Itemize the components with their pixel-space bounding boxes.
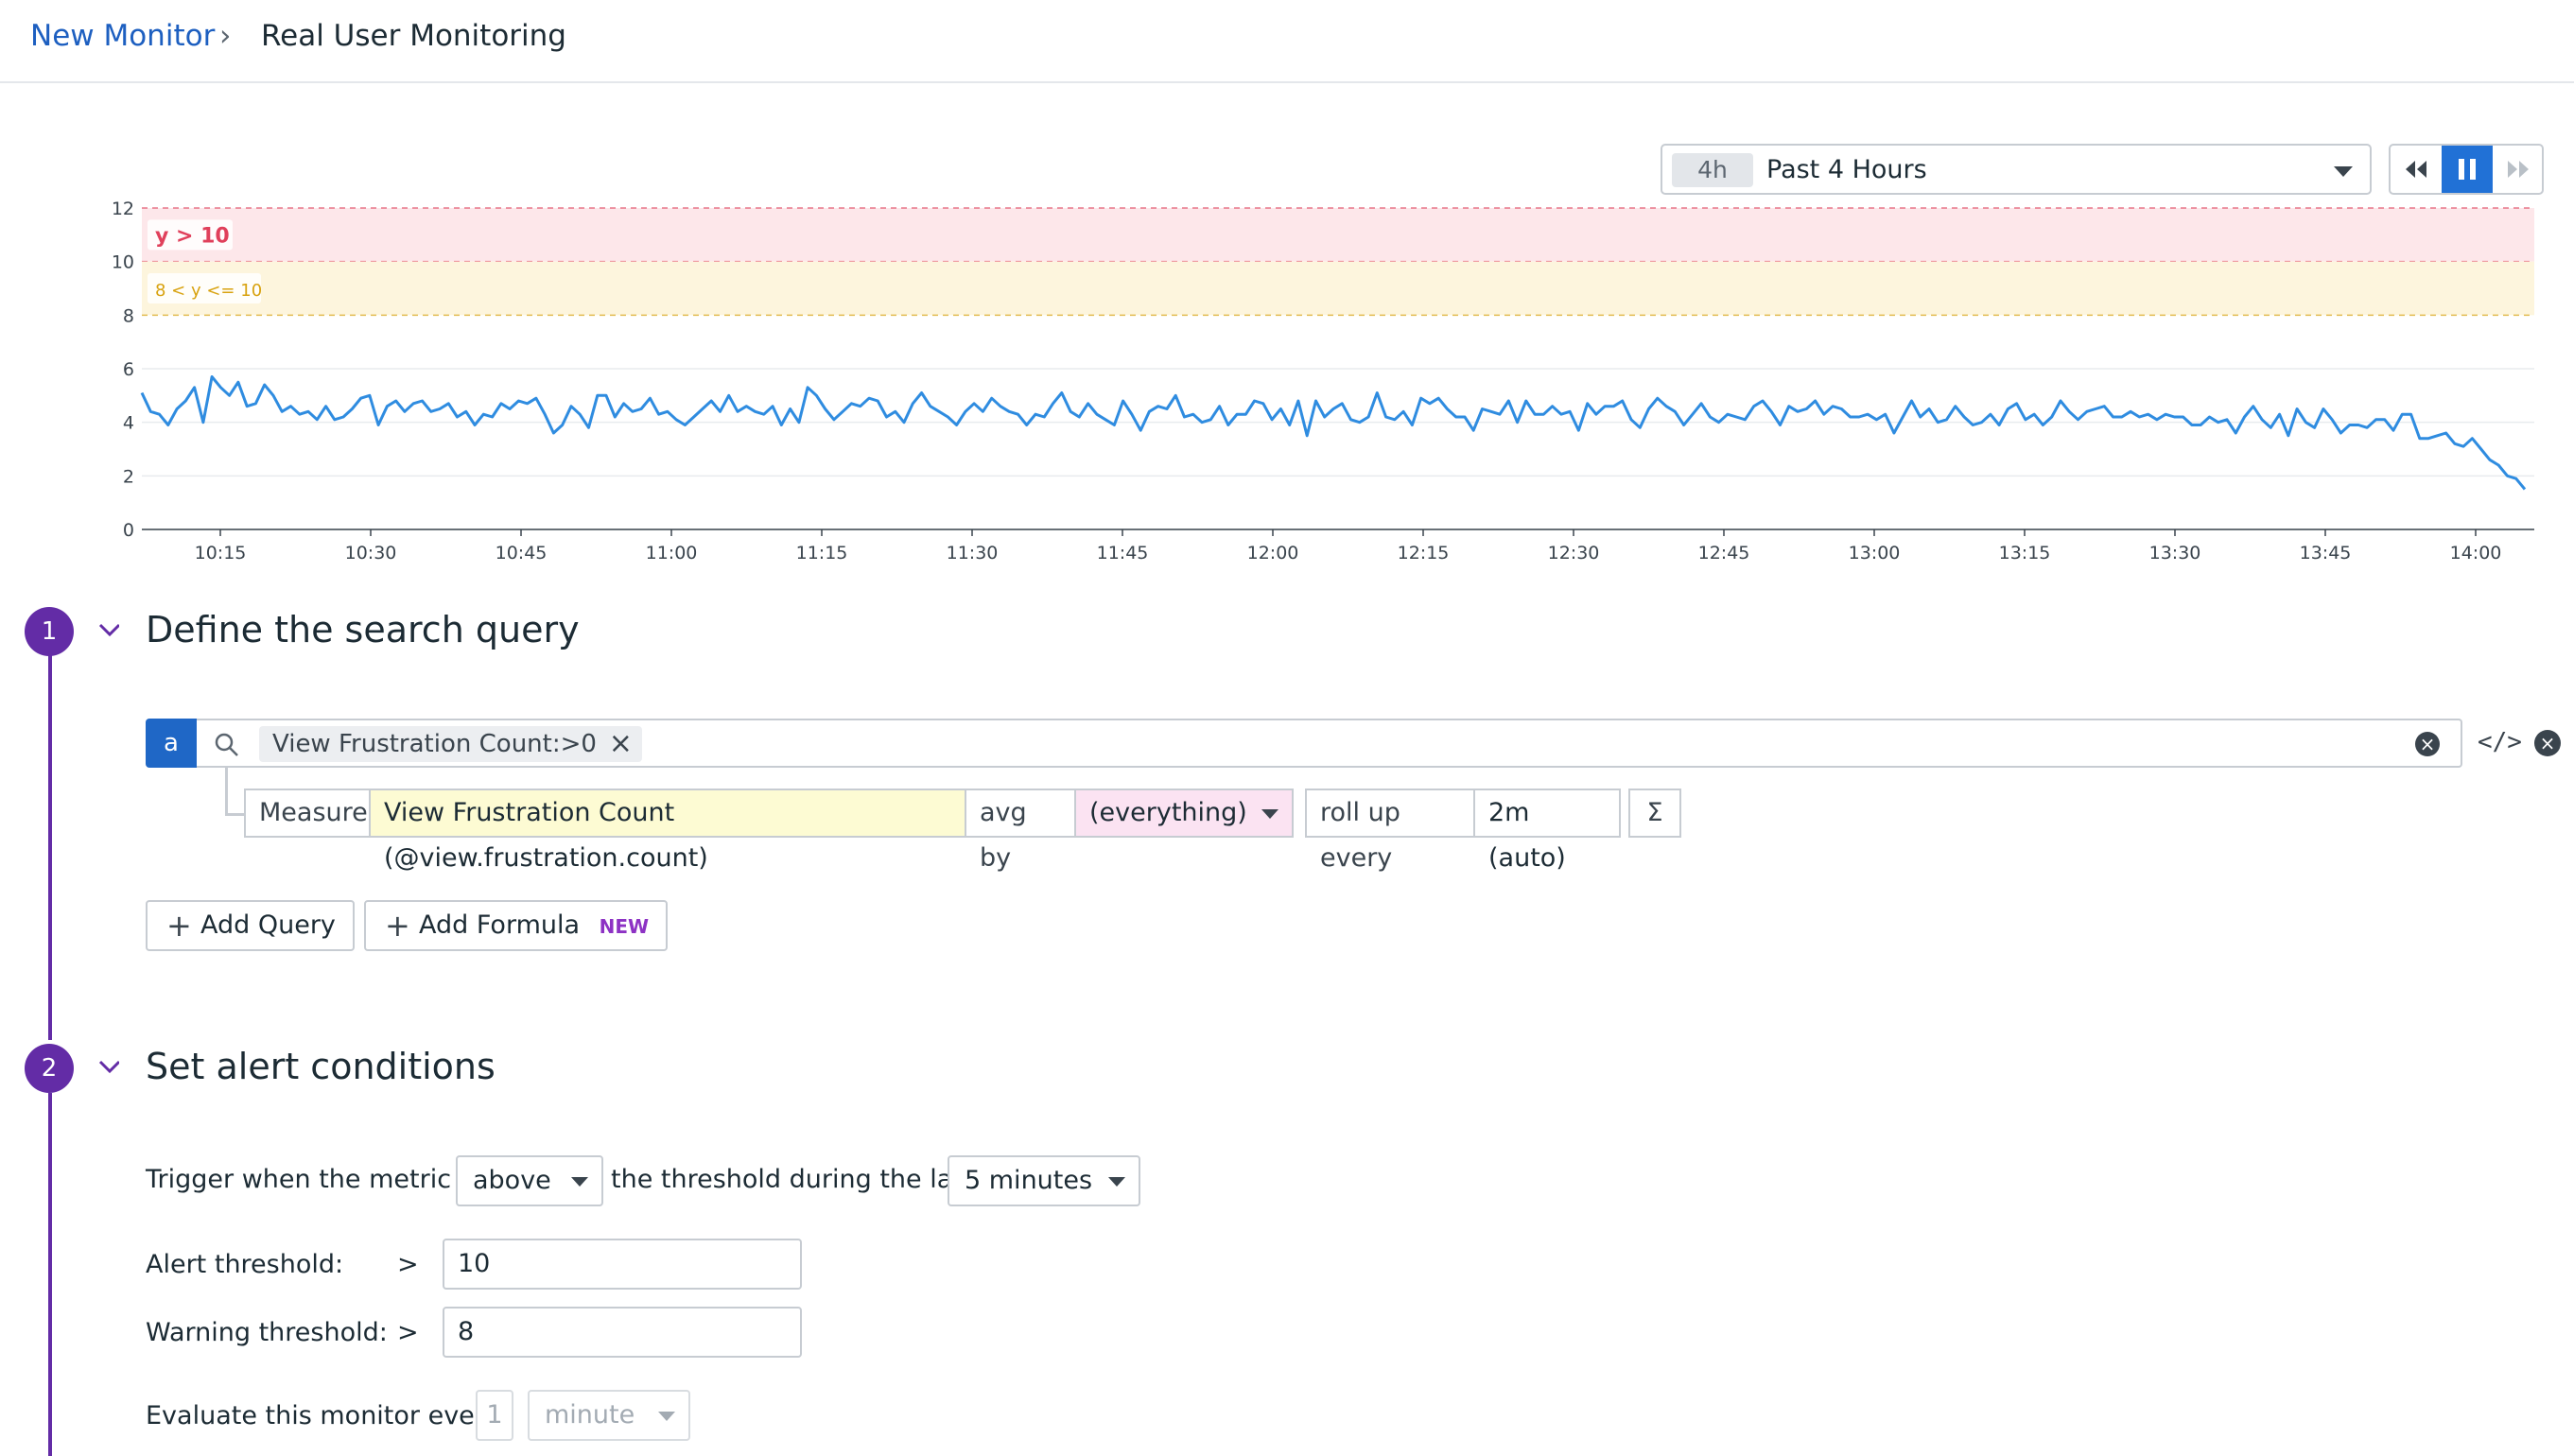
chevron-down-icon: [571, 1177, 588, 1187]
alert-threshold-operator: >: [397, 1250, 419, 1279]
filter-pill[interactable]: View Frustration Count:>0 ×: [259, 726, 642, 762]
x-tick-label: 12:30: [1548, 543, 1600, 563]
chevron-down-icon: [658, 1412, 675, 1421]
code-icon[interactable]: </>: [2478, 728, 2522, 756]
close-icon[interactable]: ×: [609, 726, 633, 762]
x-tick-label: 12:15: [1398, 543, 1450, 563]
step-1-badge: 1: [25, 607, 74, 656]
y-tick-label: 8: [123, 305, 134, 326]
plus-icon: +: [166, 908, 192, 944]
x-tick-label: 11:15: [796, 543, 848, 563]
alert-threshold-label: Alert threshold:: [146, 1250, 344, 1279]
step-2-badge: 2: [25, 1044, 74, 1093]
threshold-band: [142, 261, 2534, 316]
chevron-down-icon: [2334, 166, 2353, 177]
rewind-icon: [2406, 161, 2426, 178]
fast-forward-icon: [2508, 161, 2529, 178]
trigger-operator-select[interactable]: above: [456, 1155, 603, 1206]
band-label: 8 < y <= 10: [155, 281, 262, 301]
step-2-title: Set alert conditions: [146, 1046, 496, 1087]
pause-icon: [2459, 159, 2476, 180]
chevron-down-icon: [1261, 809, 1278, 819]
y-tick-label: 6: [123, 359, 134, 380]
step-connector-line: [48, 654, 52, 1040]
x-tick-label: 12:00: [1247, 543, 1299, 563]
x-tick-label: 11:00: [646, 543, 698, 563]
alert-threshold-input[interactable]: 10: [443, 1239, 802, 1290]
add-query-button[interactable]: + Add Query: [146, 900, 355, 951]
step-1-title: Define the search query: [146, 609, 580, 650]
x-tick-label: 13:15: [1999, 543, 2051, 563]
page-title: Real User Monitoring: [261, 19, 566, 53]
y-tick-label: 12: [112, 199, 134, 219]
x-tick-label: 11:45: [1097, 543, 1149, 563]
aggregation-selector[interactable]: avg by: [965, 789, 1076, 873]
x-tick-label: 11:30: [947, 543, 999, 563]
x-tick-label: 13:30: [2149, 543, 2201, 563]
add-formula-label: Add Formula: [419, 910, 581, 940]
new-badge: NEW: [599, 915, 650, 938]
query-letter: a: [146, 719, 197, 768]
evaluate-unit-select[interactable]: minute: [528, 1390, 690, 1441]
trigger-operator-value: above: [473, 1166, 551, 1195]
fast-forward-button[interactable]: [2493, 146, 2544, 193]
evaluate-unit-value: minute: [545, 1400, 635, 1430]
threshold-band: [142, 208, 2534, 262]
chevron-down-icon: [1108, 1177, 1125, 1187]
measure-label: Measure: [244, 789, 371, 838]
x-tick-label: 12:45: [1698, 543, 1750, 563]
group-by-selector[interactable]: (everything): [1074, 789, 1294, 838]
rollup-label: roll up every: [1305, 789, 1475, 873]
time-range-selector[interactable]: 4h Past 4 Hours: [1661, 144, 2372, 195]
x-tick-label: 14:00: [2450, 543, 2502, 563]
warning-threshold-operator: >: [397, 1318, 419, 1347]
add-formula-button[interactable]: + Add Formula NEW: [364, 900, 669, 951]
search-icon: [215, 733, 238, 756]
y-tick-label: 10: [112, 252, 134, 273]
x-tick-label: 13:45: [2300, 543, 2352, 563]
time-range-label: Past 4 Hours: [1766, 155, 1927, 184]
y-tick-label: 4: [123, 413, 134, 434]
y-tick-label: 2: [123, 466, 134, 487]
measure-selector[interactable]: View Frustration Count (@view.frustratio…: [369, 789, 966, 873]
trigger-window-select[interactable]: 5 minutes: [948, 1155, 1140, 1206]
clear-search-icon[interactable]: ×: [2415, 732, 2440, 756]
remove-query-icon[interactable]: ×: [2534, 730, 2561, 756]
warning-threshold-label: Warning threshold:: [146, 1318, 388, 1347]
step-connector-line: [48, 1093, 52, 1456]
sigma-function-button[interactable]: Σ: [1628, 789, 1681, 838]
breadcrumb-separator-icon: ›: [219, 19, 232, 53]
rollup-selector[interactable]: 2m (auto): [1473, 789, 1621, 873]
search-query-input[interactable]: View Frustration Count:>0 × ×: [197, 719, 2462, 768]
x-tick-label: 13:00: [1849, 543, 1901, 563]
evaluate-interval-input[interactable]: 1: [476, 1390, 513, 1441]
timeseries-chart: y > 10 8 < y <= 10 0 2 4 6 8 10 12 10:15 10:30 10:4…: [112, 199, 2534, 563]
band-label: y > 10: [155, 224, 230, 248]
rewind-button[interactable]: [2391, 146, 2442, 193]
add-query-label: Add Query: [200, 910, 336, 940]
trigger-mid-label: the threshold during the last: [611, 1165, 976, 1194]
plus-icon: +: [385, 908, 410, 944]
trigger-prefix-label: Trigger when the metric is: [146, 1165, 480, 1194]
playback-controls: [2389, 144, 2544, 195]
filter-pill-label: View Frustration Count:>0: [272, 730, 597, 758]
pause-button[interactable]: [2442, 146, 2493, 193]
chevron-down-icon[interactable]: [98, 1059, 119, 1080]
time-range-badge: 4h: [1672, 153, 1753, 187]
x-tick-label: 10:15: [195, 543, 247, 563]
y-tick-label: 0: [123, 520, 134, 541]
x-tick-label: 10:45: [496, 543, 548, 563]
evaluate-label: Evaluate this monitor every: [146, 1401, 500, 1430]
group-by-value: (everything): [1089, 798, 1247, 827]
x-tick-label: 10:30: [345, 543, 397, 563]
series-line: [140, 375, 2527, 491]
warning-threshold-input[interactable]: 8: [443, 1307, 802, 1358]
chevron-down-icon[interactable]: [98, 622, 119, 643]
breadcrumb-new-monitor[interactable]: New Monitor: [30, 19, 215, 53]
trigger-window-value: 5 minutes: [965, 1166, 1093, 1195]
